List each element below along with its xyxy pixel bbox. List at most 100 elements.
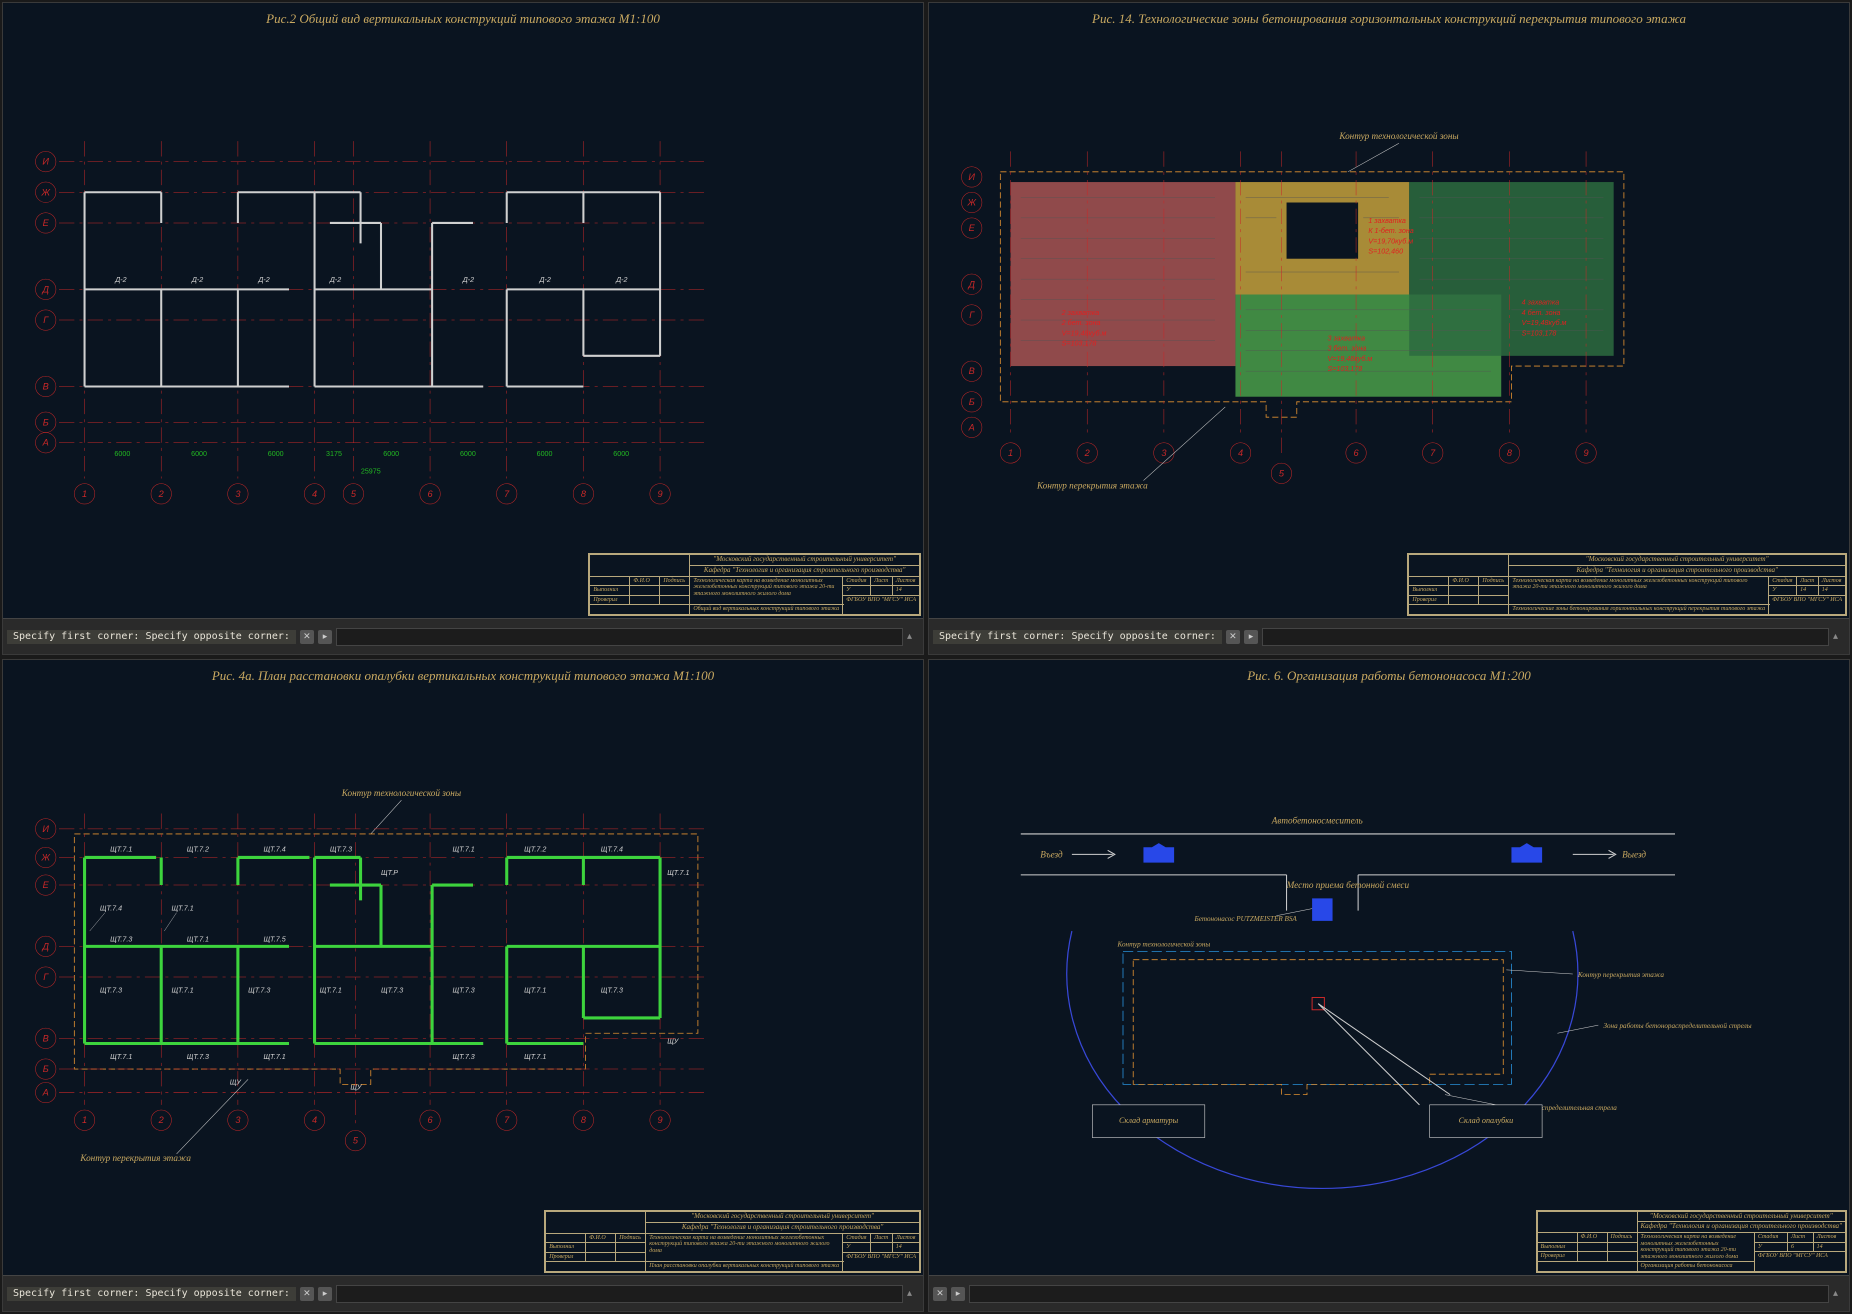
svg-text:Склад опалубки: Склад опалубки [1459, 1116, 1514, 1125]
svg-text:6: 6 [428, 489, 434, 499]
svg-text:ЩТ.7.5: ЩТ.7.5 [263, 935, 285, 943]
svg-text:А: А [968, 422, 975, 432]
drawing-area-tl[interactable]: Рис.2 Общий вид вертикальных конструкций… [3, 3, 923, 618]
svg-text:Ж: Ж [40, 187, 50, 197]
svg-text:5: 5 [351, 489, 357, 499]
drawing-area-tr[interactable]: Рис. 14. Технологические зоны бетонирова… [929, 3, 1849, 618]
svg-text:ЩТ.7.4: ЩТ.7.4 [601, 845, 623, 853]
svg-text:Д: Д [41, 284, 49, 294]
svg-text:И: И [968, 172, 975, 182]
svg-text:Д-2: Д-2 [191, 276, 203, 284]
svg-text:ЩТ.7.3: ЩТ.7.3 [453, 1053, 475, 1061]
svg-text:А: А [42, 1088, 49, 1098]
svg-text:А: А [42, 438, 49, 448]
svg-text:8: 8 [581, 489, 587, 499]
svg-text:7: 7 [1430, 448, 1436, 458]
svg-text:3175: 3175 [326, 450, 342, 458]
axis-grid-horizontal: И Ж Е Д Г В Б А [35, 151, 708, 453]
label-receive: Место приема бетонной смеси [1286, 880, 1410, 890]
svg-text:Е: Е [43, 218, 50, 228]
svg-text:Д: Д [967, 279, 975, 289]
svg-text:6000: 6000 [191, 450, 207, 458]
svg-text:5: 5 [353, 1136, 359, 1146]
svg-text:4: 4 [312, 489, 317, 499]
pump-icon [1312, 898, 1332, 920]
svg-text:Д-2: Д-2 [538, 276, 550, 284]
svg-text:ЩТ.7.2: ЩТ.7.2 [524, 845, 546, 853]
svg-text:9: 9 [1584, 448, 1589, 458]
svg-text:3: 3 [235, 489, 241, 499]
svg-text:ЩУ: ЩУ [667, 1038, 680, 1046]
svg-text:Г: Г [43, 972, 49, 982]
svg-text:3: 3 [1161, 448, 1167, 458]
svg-text:Б: Б [43, 1064, 49, 1074]
svg-text:6: 6 [428, 1115, 434, 1125]
svg-text:1 захватка: 1 захватка [1368, 217, 1406, 225]
svg-text:ЩТ.7.1: ЩТ.7.1 [263, 1053, 285, 1061]
svg-text:4 бет. зона: 4 бет. зона [1522, 309, 1561, 317]
svg-text:9: 9 [658, 1115, 663, 1125]
viewport-top-left: Рис.2 Общий вид вертикальных конструкций… [2, 2, 924, 655]
viewport-top-right: Рис. 14. Технологические зоны бетонирова… [928, 2, 1850, 655]
titleblock-bl: "Московский государственный строительный… [544, 1210, 921, 1273]
svg-text:1: 1 [1008, 448, 1013, 458]
svg-text:ЩТ.7.1: ЩТ.7.1 [453, 845, 475, 853]
formwork [85, 857, 661, 1043]
titleblock-br: "Московский государственный строительный… [1536, 1210, 1847, 1273]
svg-text:V=19,48куб.м: V=19,48куб.м [1327, 355, 1372, 363]
drawing-area-br[interactable]: Рис. 6. Организация работы бетононасоса … [929, 660, 1849, 1275]
drawing-area-bl[interactable]: Рис. 4а. План расстановки опалубки верти… [3, 660, 923, 1275]
callout-tech-zone: Контур технологической зоны [1338, 131, 1458, 141]
svg-text:2: 2 [158, 489, 164, 499]
svg-text:V=19,48куб.м: V=19,48куб.м [1522, 319, 1567, 327]
svg-text:S=103,178: S=103,178 [1327, 365, 1362, 373]
svg-text:8: 8 [581, 1115, 587, 1125]
svg-text:ЩТ.7.1: ЩТ.7.1 [187, 935, 209, 943]
svg-text:6000: 6000 [268, 450, 284, 458]
svg-text:ЩТ.7.1: ЩТ.7.1 [667, 869, 689, 877]
truck-icon [1511, 843, 1542, 862]
svg-text:Б: Б [43, 417, 49, 427]
label-techzone: Контур технологической зоны [1117, 940, 1211, 948]
svg-text:Д: Д [41, 941, 49, 951]
svg-text:6: 6 [1354, 448, 1360, 458]
svg-text:В: В [969, 366, 975, 376]
svg-text:9: 9 [658, 489, 663, 499]
svg-text:ЩТ.7.3: ЩТ.7.3 [187, 1053, 209, 1061]
pump-reach-arc [1067, 931, 1578, 1188]
svg-text:3 бет. зона: 3 бет. зона [1327, 345, 1366, 353]
label-floor: Контур перекрытия этажа [1577, 971, 1664, 979]
svg-text:25975: 25975 [361, 467, 381, 475]
concrete-zones [1011, 182, 1614, 397]
svg-text:ЩУ: ЩУ [230, 1078, 243, 1086]
svg-text:ЩТ.7.4: ЩТ.7.4 [100, 905, 122, 913]
svg-text:Д-2: Д-2 [114, 276, 126, 284]
svg-text:Д-2: Д-2 [257, 276, 269, 284]
wall-labels: Д-2 Д-2 Д-2 Д-2 Д-2 Д-2 Д-2 [114, 276, 627, 284]
svg-text:4: 4 [1238, 448, 1243, 458]
svg-text:6000: 6000 [613, 450, 629, 458]
svg-text:ЩТ.7.4: ЩТ.7.4 [263, 845, 285, 853]
svg-text:S=103,178: S=103,178 [1062, 340, 1097, 348]
svg-text:Г: Г [969, 310, 975, 320]
svg-text:S=103,178: S=103,178 [1522, 329, 1557, 337]
callout-tech-zone: Контур технологической зоны [341, 788, 461, 798]
building-outline [1123, 952, 1511, 1085]
svg-text:ЩУ: ЩУ [350, 1084, 363, 1092]
svg-text:ЩТ.7.3: ЩТ.7.3 [248, 986, 270, 994]
dimensions: 6000 6000 6000 3175 6000 6000 6000 6000 … [114, 450, 629, 475]
svg-text:И: И [42, 157, 49, 167]
svg-text:8: 8 [1507, 448, 1513, 458]
svg-text:6000: 6000 [537, 450, 553, 458]
svg-text:Д-2: Д-2 [329, 276, 341, 284]
svg-text:3: 3 [235, 1115, 241, 1125]
svg-text:ЩТ.7.2: ЩТ.7.2 [187, 845, 209, 853]
svg-text:2 захватка: 2 захватка [1061, 309, 1100, 317]
axis-grid-vertical: 1 2 3 4 5 6 7 8 9 [74, 141, 670, 504]
svg-text:6000: 6000 [460, 450, 476, 458]
svg-text:1: 1 [82, 1115, 87, 1125]
svg-text:К 1-бет. зона: К 1-бет. зона [1368, 227, 1413, 235]
viewport-bottom-right: Рис. 6. Организация работы бетононасоса … [928, 659, 1850, 1312]
svg-text:Г: Г [43, 315, 49, 325]
svg-text:2 бет. зона: 2 бет. зона [1061, 319, 1101, 327]
